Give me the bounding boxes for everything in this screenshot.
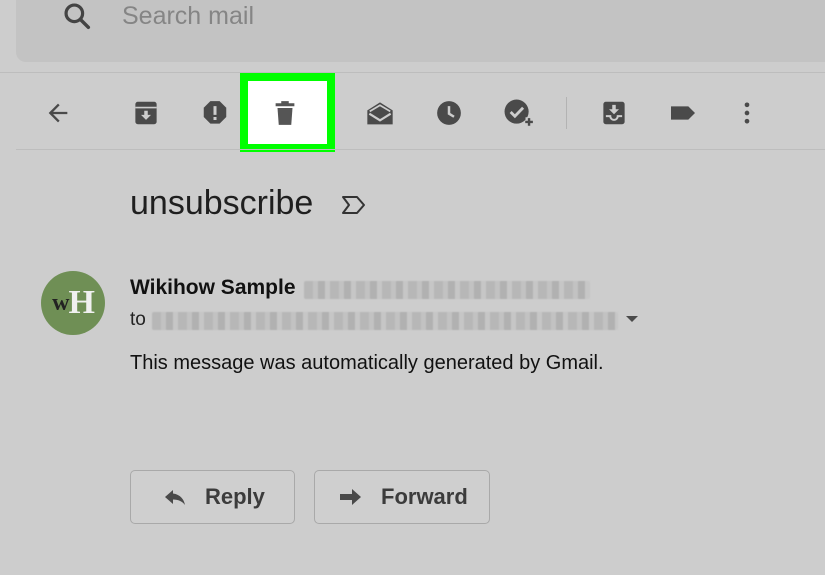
sender-email-redacted (304, 281, 590, 299)
add-task-icon (504, 99, 533, 127)
search-input[interactable] (122, 1, 522, 31)
trash-icon (275, 101, 295, 125)
move-to-inbox-icon (603, 101, 625, 125)
forward-label: Forward (381, 484, 468, 509)
to-label: to (130, 309, 146, 330)
snooze-button[interactable] (428, 92, 470, 134)
sender-name[interactable]: Wikihow Sample (130, 276, 296, 300)
email-body: This message was automatically generated… (130, 352, 604, 374)
recipient-redacted (152, 312, 618, 330)
report-spam-icon (203, 101, 227, 124)
more-vert-icon (744, 102, 750, 124)
forward-icon (340, 489, 361, 505)
divider (0, 72, 825, 73)
reply-icon (165, 490, 185, 505)
search-bar[interactable] (16, 0, 825, 62)
reply-button[interactable]: Reply (130, 470, 295, 524)
toolbar-separator (566, 97, 567, 129)
mark-unread-button[interactable] (359, 92, 401, 134)
chevron-down-icon[interactable] (624, 314, 640, 324)
reply-label: Reply (205, 484, 265, 509)
back-button[interactable] (37, 92, 79, 134)
label-icon (671, 106, 695, 120)
divider (16, 149, 825, 150)
avatar-letter: H (68, 284, 94, 321)
avatar-letter: w (52, 289, 69, 316)
email-subject: unsubscribe (130, 184, 314, 222)
delete-button[interactable] (264, 92, 306, 134)
move-to-button[interactable] (593, 92, 635, 134)
search-icon[interactable] (61, 0, 93, 32)
sender-avatar[interactable]: wH (41, 271, 105, 335)
mark-unread-icon (367, 102, 393, 125)
arrow-left-icon (48, 103, 68, 123)
clock-icon (437, 101, 461, 125)
labels-button[interactable] (662, 92, 704, 134)
report-spam-button[interactable] (194, 92, 236, 134)
add-to-tasks-button[interactable] (497, 92, 539, 134)
more-options-button[interactable] (726, 92, 768, 134)
archive-icon (135, 101, 157, 125)
archive-button[interactable] (125, 92, 167, 134)
importance-marker-icon[interactable] (340, 193, 368, 217)
forward-button[interactable]: Forward (314, 470, 490, 524)
